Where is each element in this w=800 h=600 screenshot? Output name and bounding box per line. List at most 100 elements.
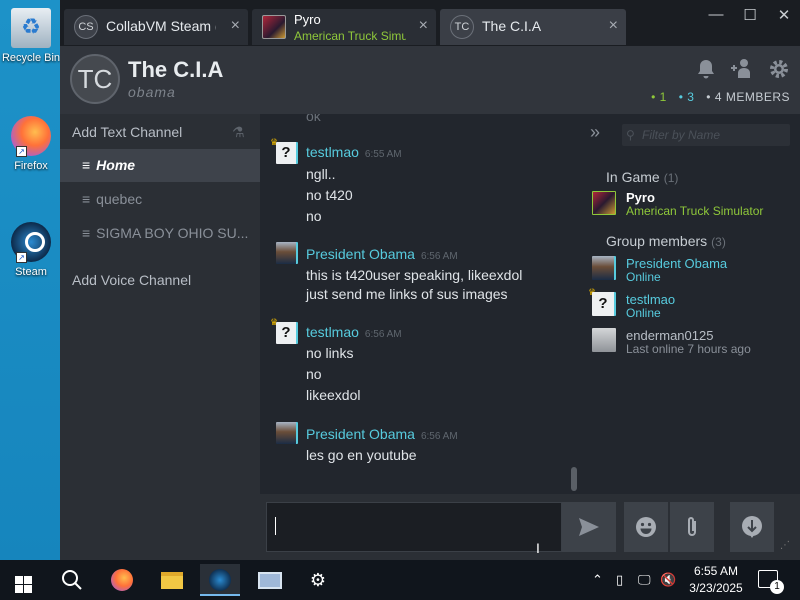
- invite-friend-icon[interactable]: [728, 58, 754, 84]
- text-caret: [275, 517, 276, 535]
- chevron-up-icon[interactable]: ⌃: [592, 572, 603, 588]
- collapse-members-icon[interactable]: »: [590, 122, 600, 143]
- chat-scrollbar[interactable]: [571, 467, 577, 491]
- message-line: ngll..: [306, 166, 336, 182]
- channel-sidebar: Add Text Channel ⚗ ≡ Home ≡ quebec ≡ SIGMA …: [60, 114, 260, 560]
- channel-icon: ≡: [82, 191, 91, 207]
- message-time: 6:56 AM: [420, 251, 458, 262]
- avatar[interactable]: ?: [276, 322, 298, 344]
- flask-icon[interactable]: ⚗: [232, 124, 245, 141]
- avatar[interactable]: ?: [276, 142, 298, 164]
- avatar[interactable]: [592, 256, 616, 280]
- group-heading-in-game[interactable]: In Game (1): [606, 169, 678, 185]
- tab-status: American Truck Simulator: [294, 29, 406, 43]
- tab-avatar: [262, 15, 286, 39]
- search-icon: ⚲: [626, 128, 635, 142]
- member-counts: • 1 • 3 • 4 MEMBERS: [643, 90, 790, 104]
- group-heading-members[interactable]: Group members (3): [606, 233, 726, 249]
- bell-icon[interactable]: [693, 58, 719, 84]
- desktop-icon-steam[interactable]: ↗ Steam: [0, 222, 62, 278]
- search-button[interactable]: [52, 564, 92, 596]
- channel-label: quebec: [96, 191, 143, 207]
- resize-grip[interactable]: ⋰: [780, 540, 796, 556]
- add-text-channel-button[interactable]: Add Text Channel: [72, 124, 182, 140]
- member-status: Online: [626, 306, 661, 320]
- emoji-button[interactable]: [624, 502, 668, 552]
- taskbar-steam[interactable]: [200, 564, 240, 596]
- tab-pyro[interactable]: Pyro American Truck Simulator ×: [252, 9, 436, 45]
- mouse-cursor: I: [536, 540, 540, 556]
- avatar[interactable]: [592, 328, 616, 352]
- windows-icon: [15, 576, 32, 593]
- channel-sigma-boy[interactable]: ≡ SIGMA BOY OHIO SU...: [60, 217, 260, 250]
- taskbar-clock[interactable]: 6:55 AM 3/23/2025: [686, 563, 746, 597]
- member-name[interactable]: President Obama: [626, 256, 727, 271]
- firefox-icon: [111, 569, 133, 591]
- tab-label: Pyro: [294, 12, 321, 27]
- taskbar: ⚙ ⌃ ▯ 🖵 🔇 6:55 AM 3/23/2025 1: [0, 560, 800, 600]
- message-author[interactable]: President Obama 6:56 AM: [306, 246, 458, 262]
- clock-time: 6:55 AM: [693, 564, 739, 578]
- attach-button[interactable]: [670, 502, 714, 552]
- taskbar-settings[interactable]: ⚙: [298, 564, 338, 596]
- network-icon[interactable]: 🖵: [638, 572, 651, 588]
- tab-bar: CS CollabVM Steam ( × Pyro American Truc…: [60, 0, 800, 46]
- tab-collabvm-steam[interactable]: CS CollabVM Steam ( ×: [64, 9, 248, 45]
- tray-app-icon[interactable]: ▯: [616, 572, 623, 588]
- desktop-icon-recycle-bin[interactable]: Recycle Bin: [0, 8, 62, 64]
- channel-icon: ≡: [82, 225, 91, 241]
- avatar[interactable]: [276, 422, 298, 444]
- message-author[interactable]: testlmao 6:55 AM: [306, 144, 402, 160]
- group-avatar[interactable]: TC: [70, 54, 120, 104]
- add-voice-channel-button[interactable]: Add Voice Channel: [72, 272, 191, 288]
- desktop-icon-label: Recycle Bin: [1, 52, 61, 64]
- taskbar-file-explorer[interactable]: [152, 564, 192, 596]
- voice-button[interactable]: [730, 502, 774, 552]
- tab-close-icon[interactable]: ×: [419, 17, 428, 35]
- tab-close-icon[interactable]: ×: [231, 17, 240, 35]
- member-filter-input[interactable]: ⚲ Filter by Name: [622, 124, 790, 146]
- member-name[interactable]: enderman0125: [626, 328, 713, 343]
- member-status: Online: [626, 270, 661, 284]
- message-author[interactable]: testlmao 6:56 AM: [306, 324, 402, 340]
- message-line: this is t420user speaking, likeexdol: [306, 267, 523, 283]
- gear-icon: ⚙: [309, 570, 327, 590]
- message-line: likeexdol: [306, 387, 361, 403]
- close-window-button[interactable]: ✕: [770, 6, 798, 24]
- taskbar-network-app[interactable]: [250, 564, 290, 596]
- message-input[interactable]: [266, 502, 562, 552]
- member-name[interactable]: Pyro: [626, 190, 655, 205]
- in-game-count: • 1: [651, 90, 667, 104]
- message-line: ok: [306, 114, 321, 124]
- message-composer: [260, 494, 800, 560]
- avatar[interactable]: [592, 191, 616, 215]
- message-author[interactable]: President Obama 6:56 AM: [306, 426, 458, 442]
- search-icon: [62, 570, 82, 590]
- gear-icon[interactable]: [766, 58, 792, 84]
- tab-close-icon[interactable]: ×: [609, 17, 618, 35]
- emoji-icon: [636, 517, 656, 537]
- steam-icon: [209, 569, 231, 591]
- desktop-icon-firefox[interactable]: ↗ Firefox: [0, 116, 62, 172]
- chat-log: ok ♛ ? testlmao 6:55 AM ngll.. no t420 no…: [260, 114, 580, 494]
- tab-the-cia[interactable]: TC The C.I.A ×: [440, 9, 626, 45]
- channel-label: Home: [96, 157, 136, 173]
- message-line: no: [306, 366, 322, 382]
- desktop-icon-label: Steam: [15, 266, 47, 278]
- folder-icon: [161, 572, 183, 589]
- channel-home[interactable]: ≡ Home: [60, 149, 260, 182]
- send-button[interactable]: [562, 502, 616, 552]
- members-count: • 4 MEMBERS: [706, 90, 790, 104]
- member-name[interactable]: testlmao: [626, 292, 675, 307]
- avatar[interactable]: ?: [592, 292, 616, 316]
- start-button[interactable]: [0, 564, 48, 596]
- minimize-button[interactable]: —: [702, 6, 730, 23]
- maximize-button[interactable]: ☐: [736, 6, 764, 24]
- channel-icon: ≡: [82, 157, 91, 173]
- avatar[interactable]: [276, 242, 298, 264]
- channel-quebec[interactable]: ≡ quebec: [60, 183, 260, 216]
- taskbar-firefox[interactable]: [102, 564, 142, 596]
- tab-avatar: CS: [74, 15, 98, 39]
- desktop-icon-label: Firefox: [14, 160, 48, 172]
- volume-muted-icon[interactable]: 🔇: [660, 572, 676, 588]
